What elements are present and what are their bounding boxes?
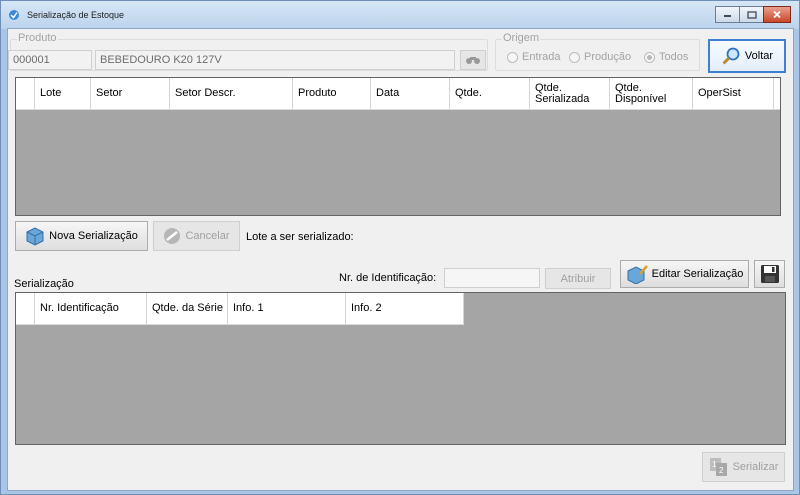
lote-a-ser-serializado-label: Lote a ser serializado: bbox=[246, 231, 354, 243]
svg-text:1: 1 bbox=[712, 460, 717, 469]
serializacao-section-label: Serialização bbox=[14, 278, 74, 290]
origem-producao-radio[interactable]: Produção bbox=[569, 51, 631, 63]
column-header[interactable]: Qtde. bbox=[450, 78, 530, 109]
column-header[interactable]: Qtde. Serializada bbox=[530, 78, 610, 109]
column-header[interactable]: Qtde. Disponível bbox=[610, 78, 693, 109]
cancelar-label: Cancelar bbox=[185, 230, 230, 242]
origem-entrada-radio[interactable]: Entrada bbox=[507, 51, 561, 63]
editar-serializacao-button[interactable]: Editar Serialização bbox=[620, 260, 749, 288]
nr-identificacao-input[interactable] bbox=[444, 268, 540, 288]
window-title: Serialização de Estoque bbox=[27, 10, 125, 20]
serial-numbers-icon: 12 bbox=[709, 457, 729, 477]
minimize-button[interactable] bbox=[715, 6, 740, 23]
nr-identificacao-label: Nr. de Identificação: bbox=[339, 272, 437, 284]
close-button[interactable] bbox=[763, 6, 791, 23]
title-bar: Serialização de Estoque bbox=[1, 1, 799, 29]
atribuir-button[interactable]: Atribuir bbox=[545, 268, 611, 289]
column-header[interactable]: Info. 2 bbox=[346, 293, 464, 324]
window: Serialização de Estoque Produto 000001 B… bbox=[0, 0, 800, 495]
produto-code-field[interactable]: 000001 bbox=[8, 50, 92, 70]
app-icon bbox=[7, 8, 21, 22]
lotes-grid[interactable]: Lote Setor Setor Descr. Produto Data Qtd… bbox=[15, 77, 781, 216]
lotes-grid-header: Lote Setor Setor Descr. Produto Data Qtd… bbox=[16, 78, 780, 110]
voltar-label: Voltar bbox=[744, 50, 774, 62]
editar-serializacao-label: Editar Serialização bbox=[651, 268, 744, 280]
voltar-button[interactable]: Voltar bbox=[708, 39, 786, 73]
search-icon bbox=[721, 46, 741, 66]
column-header[interactable]: Setor Descr. bbox=[170, 78, 293, 109]
origem-group-label: Origem bbox=[502, 32, 541, 44]
row-selector-header bbox=[16, 78, 35, 109]
close-icon bbox=[773, 10, 781, 19]
serializacao-grid-header: Nr. Identificação Qtde. da Série Info. 1… bbox=[16, 293, 464, 325]
nova-serializacao-button[interactable]: Nova Serialização bbox=[15, 221, 148, 251]
maximize-icon bbox=[746, 10, 757, 19]
produto-search-button[interactable] bbox=[460, 50, 486, 70]
column-header[interactable]: OperSist bbox=[693, 78, 774, 109]
box-edit-icon bbox=[626, 264, 648, 284]
serializar-button[interactable]: 12 Serializar bbox=[702, 452, 785, 482]
serializacao-grid[interactable]: Nr. Identificação Qtde. da Série Info. 1… bbox=[15, 292, 786, 445]
origem-todos-radio[interactable]: Todos bbox=[644, 51, 688, 63]
save-button[interactable] bbox=[754, 260, 785, 288]
binoculars-icon bbox=[466, 57, 480, 64]
column-header[interactable]: Produto bbox=[293, 78, 371, 109]
produto-group-label: Produto bbox=[17, 32, 58, 44]
cancelar-button[interactable]: Cancelar bbox=[153, 221, 240, 251]
maximize-button[interactable] bbox=[739, 6, 764, 23]
nova-serializacao-label: Nova Serialização bbox=[49, 230, 138, 242]
produto-description-field[interactable]: BEBEDOURO K20 127V bbox=[95, 50, 455, 70]
client-area: Produto 000001 BEBEDOURO K20 127V Origem… bbox=[7, 28, 794, 491]
column-header[interactable]: Lote bbox=[35, 78, 91, 109]
row-selector-header bbox=[16, 293, 35, 324]
serializar-label: Serializar bbox=[732, 461, 779, 473]
column-header[interactable]: Nr. Identificação bbox=[35, 293, 147, 324]
box-icon bbox=[25, 226, 45, 246]
floppy-disk-icon bbox=[760, 265, 779, 283]
column-header[interactable]: Qtde. da Série bbox=[147, 293, 228, 324]
svg-text:2: 2 bbox=[719, 466, 724, 475]
column-header[interactable]: Setor bbox=[91, 78, 170, 109]
minimize-icon bbox=[724, 15, 731, 17]
column-header[interactable]: Info. 1 bbox=[228, 293, 346, 324]
atribuir-label: Atribuir bbox=[560, 272, 596, 285]
column-header[interactable]: Data bbox=[371, 78, 450, 109]
cancel-icon bbox=[163, 227, 181, 245]
